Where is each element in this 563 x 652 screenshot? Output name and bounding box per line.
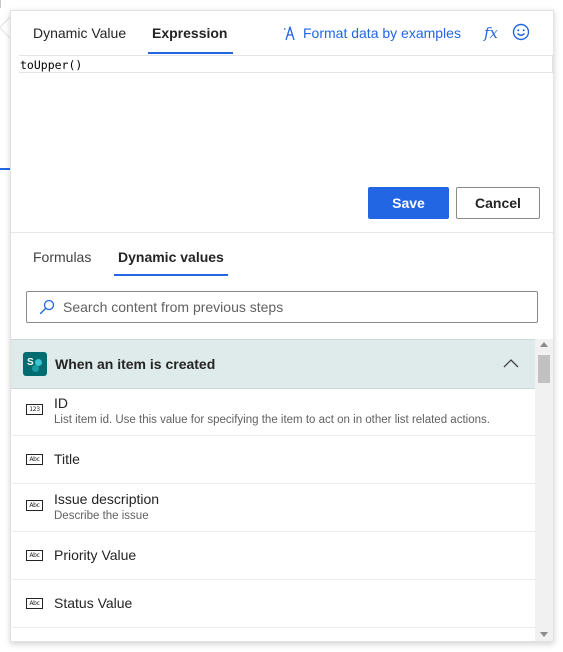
tab-dynamic-value[interactable]: Dynamic Value [33,11,126,55]
scroll-up-arrow-icon[interactable] [540,342,548,347]
search-icon [39,299,55,315]
text-type-icon: Abc [26,500,43,511]
save-button[interactable]: Save [368,187,449,219]
list-item-id[interactable]: 123 ID List item id. Use this value for … [11,388,535,436]
tab-expression-label: Expression [152,25,228,41]
list-item-name: Issue description [54,491,160,507]
scroll-thumb[interactable] [538,355,550,383]
background-edge [0,0,5,8]
active-tab-indicator [148,52,234,54]
tab-dynamic-values[interactable]: Dynamic values [114,239,228,276]
list-item-issue-description[interactable]: Abc Issue description Describe the issue [11,484,535,532]
search-box[interactable] [26,291,538,323]
list-item-description: List item id. Use this value for specify… [54,414,490,426]
scroll-down-arrow-icon[interactable] [540,632,548,637]
list-item-name: ID [54,395,68,411]
list-item-name: Status Value [54,595,133,611]
smiley-icon[interactable] [511,22,531,42]
format-data-by-examples-link[interactable]: Format data by examples [283,23,461,43]
number-type-icon: 123 [26,404,43,415]
active-tab-indicator [114,274,228,276]
cancel-button[interactable]: Cancel [456,187,540,219]
list-item-status-value[interactable]: Abc Status Value [11,580,535,628]
expression-input[interactable] [19,57,540,73]
expression-editor[interactable] [19,55,553,73]
list-item-priority-value[interactable]: Abc Priority Value [11,532,535,580]
background-accent [0,168,10,170]
list-item-name: Priority Value [54,547,137,563]
list-item-title[interactable]: Abc Title [11,436,535,484]
tab-dynamic-value-label: Dynamic Value [33,25,127,41]
sharepoint-icon: S [23,352,47,376]
divider [11,232,553,233]
function-icon[interactable]: fx [481,23,501,43]
chevron-up-icon[interactable] [503,357,519,369]
format-data-label: Format data by examples [303,25,461,41]
section-title: When an item is created [55,356,216,372]
list-item-description: Describe the issue [54,510,149,522]
search-input[interactable] [61,298,525,316]
list-item-name: Title [54,451,80,467]
tab-expression[interactable]: Expression [148,11,234,55]
top-tab-bar: Dynamic Value Expression Format data by … [11,11,553,55]
tab-formulas-label: Formulas [33,249,92,265]
dynamic-values-list: 123 ID List item id. Use this value for … [11,388,535,628]
text-type-icon: Abc [26,550,43,561]
text-type-icon: Abc [26,598,43,609]
section-header[interactable]: S When an item is created [11,339,535,389]
tab-dynamic-values-label: Dynamic values [118,249,224,265]
scrollbar[interactable] [535,339,553,641]
tab-formulas[interactable]: Formulas [33,239,91,275]
fx-label: fx [483,24,498,42]
text-type-icon: Abc [26,454,43,465]
wand-icon [284,26,295,41]
expression-popover: Dynamic Value Expression Format data by … [10,10,554,642]
